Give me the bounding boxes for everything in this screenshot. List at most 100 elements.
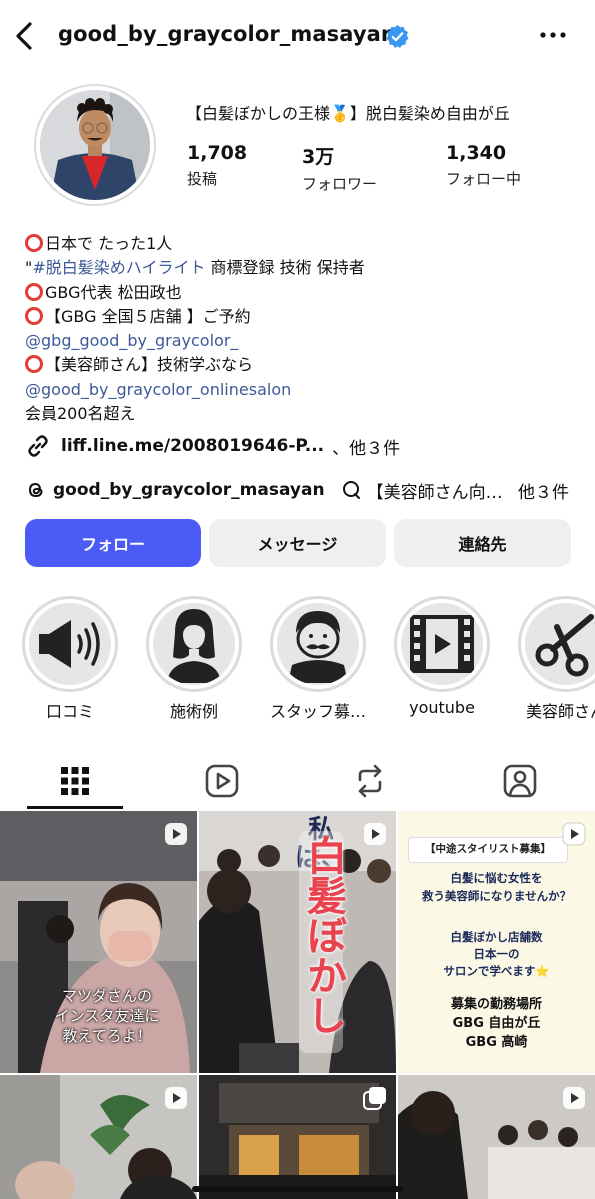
post-caption-main: 白髪ぼかし [300,835,346,1035]
highlight-label: スタッフ募… [270,702,367,721]
tab-reposts[interactable] [322,756,418,806]
bio-line: 日本で たった1人 [25,232,575,256]
bio-line: 会員200名超え [25,402,575,426]
link-icon [28,435,48,457]
post-tile[interactable]: 私は、 白髪ぼかし [199,811,396,1073]
caption-line: 救う美容師になりませんか？ [421,889,572,903]
follow-button[interactable]: フォロー [25,519,201,567]
external-link[interactable]: liff.line.me/2008019646-P... 、他３件 [25,432,400,460]
group-chat-icon [342,481,360,499]
bio-mention-link[interactable]: @gbg_good_by_graycolor_ [25,331,238,350]
highlight-label: 施術例 [169,702,218,721]
red-circle-icon [25,355,43,374]
bio-line-text: 【GBG 全国５店舗 】ご予約 [45,306,251,326]
bio-line: 【美容師さん】技術学ぶなら [25,353,575,377]
reel-badge-icon [165,823,187,845]
post-tile[interactable] [0,1075,197,1199]
threads-row: good_by_graycolor_masayan 【美容師さん向… 他３件 [25,476,575,504]
stat-followers-value: 3万 [302,146,335,168]
active-tab-indicator [27,806,123,809]
bio-line-text: 商標登録 技術 保持者 [205,258,365,278]
caption-line: GBG 高崎 [465,1035,528,1050]
bio-line: @gbg_good_by_graycolor_ [25,329,575,353]
film-play-icon [410,615,474,673]
reel-badge-icon [563,1087,585,1109]
threads-handle[interactable]: good_by_graycolor_masayan [53,480,325,500]
highlight-label: youtube [409,698,475,717]
highlight-treatment-examples[interactable]: 施術例 [146,596,242,722]
more-horizontal-icon[interactable] [536,20,570,50]
caption-line: GBG 自由が丘 [452,1016,541,1031]
stat-following[interactable]: 1,340 フォロー中 [446,142,521,189]
caption-line: 募集の勤務場所 [450,997,542,1012]
verified-badge-icon [386,25,409,48]
red-circle-icon [25,234,43,252]
post-tile[interactable]: 【中途スタイリスト募集】 白髪に悩む女性を 救う美容師になりませんか？ 白髪ぼか… [398,811,595,1073]
chevron-left-icon[interactable] [10,18,40,54]
highlight-label: 口コミ [45,702,94,721]
highlight-reviews[interactable]: 口コミ [22,596,118,722]
stat-following-value: 1,340 [446,142,507,164]
tab-reels[interactable] [174,756,270,806]
profile-username: good_by_graycolor_masayan [58,22,396,46]
bio-line-text: 日本で たった1人 [45,234,173,253]
repost-icon [358,764,382,798]
bio-line-text: 【美容師さん】技術学ぶなら [45,355,254,375]
post-caption: 募集の勤務場所 GBG 自由が丘 GBG 高崎 [398,995,595,1052]
highlight-staff-recruit[interactable]: スタッフ募… [270,596,366,722]
caption-line: サロンで学べます⭐ [443,964,550,978]
caption-line: 教えてろよ！ [62,1027,152,1045]
stat-followers-label: フォロワー [302,175,378,193]
profile-avatar[interactable] [34,84,156,206]
post-caption: 白髪ぼかし店舗数 日本一の サロンで学べます⭐ [398,929,595,980]
tagged-person-icon [503,764,537,798]
bio-line-text: GBG代表 松田政也 [45,282,182,302]
stat-posts-value: 1,708 [187,142,248,164]
highlight-youtube[interactable]: youtube [394,596,490,717]
tab-tagged[interactable] [472,756,568,806]
caption-line: 白髪ぼかし店舗数 [450,930,543,944]
stat-following-label: フォロー中 [446,170,522,188]
caption-line: インスタ友達に [54,1007,160,1025]
bio-line: "#脱白髪染めハイライト 商標登録 技術 保持者 [25,256,575,280]
grid-icon [61,767,89,795]
bio-line-text: 会員200名超え [25,404,136,424]
bio-line: @good_by_graycolor_onlinesalon [25,378,575,402]
profile-display-name: 【白髪ぼかしの王様🥇】脱白髪染め自由が丘 [186,104,510,123]
post-caption: 白髪に悩む女性を 救う美容師になりませんか？ [398,869,595,905]
bio-mention-link[interactable]: @good_by_graycolor_onlinesalon [25,380,291,399]
post-tile[interactable]: マツダさんの インスタ友達に 教えてろよ！ [0,811,197,1073]
external-link-text: liff.line.me/2008019646-P... [61,436,325,456]
red-circle-icon [25,282,43,301]
contact-button[interactable]: 連絡先 [394,519,571,567]
caption-line: 日本一の [473,947,520,961]
message-button[interactable]: メッセージ [209,519,386,567]
stat-posts-label: 投稿 [187,170,218,188]
external-link-suffix: 、他３件 [332,438,401,459]
highlight-for-stylists[interactable]: 美容師さん [518,596,595,722]
tab-grid[interactable] [27,756,123,806]
caption-line: 【中途スタイリスト募集】 [425,843,551,855]
group-chat-link[interactable]: 【美容師さん向… [367,478,503,503]
bio-line: GBG代表 松田政也 [25,281,575,305]
bio-hashtag-link[interactable]: #脱白髪染めハイライト [32,258,205,277]
megaphone-icon [39,620,100,668]
threads-icon [28,482,43,498]
more-links[interactable]: 他３件 [518,478,569,503]
top-bar: good_by_graycolor_masayan [0,0,595,72]
reel-badge-icon [165,1087,187,1109]
home-indicator [192,1186,404,1192]
profile-bio: 日本で たった1人 "#脱白髪染めハイライト 商標登録 技術 保持者 GBG代表… [25,232,575,426]
bio-line: 【GBG 全国５店舗 】ご予約 [25,305,575,329]
post-tile[interactable] [199,1075,396,1199]
reel-badge-icon [364,823,386,845]
caption-line: マツダさんの [61,987,152,1005]
caption-line: 白髪に悩む女性を [450,871,543,885]
man-mustache-icon [288,611,348,683]
stat-followers[interactable]: 3万 フォロワー [302,142,377,194]
scissors-icon [535,614,594,677]
stat-posts[interactable]: 1,708 投稿 [187,142,247,189]
reel-badge-icon [562,822,586,846]
woman-silhouette-icon [167,609,221,683]
post-tile[interactable] [398,1075,595,1199]
